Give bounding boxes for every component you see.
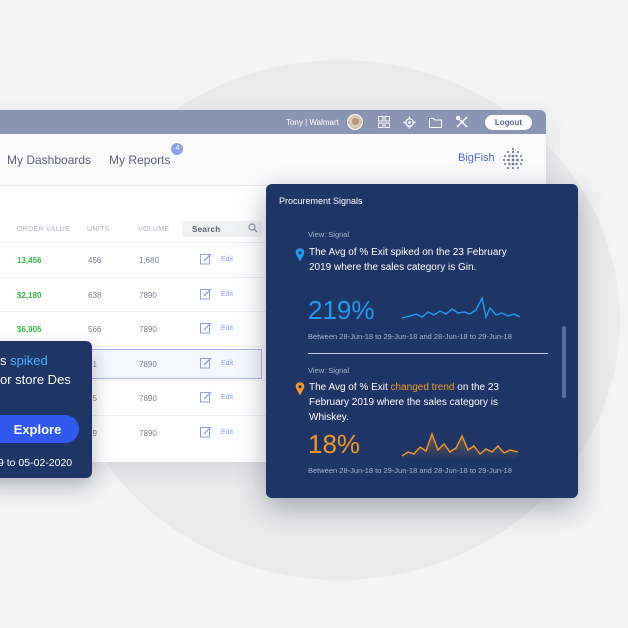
user-label: Tony | Walmart	[285, 117, 339, 127]
signal-range: Between 28-Jun-18 to 29-Jun-18 and 28-Ju…	[308, 332, 512, 341]
grid-icon[interactable]	[377, 115, 391, 129]
procurement-signals-panel: Procurement Signals View: Signal The Avg…	[266, 184, 578, 498]
promo-highlight: spiked	[10, 353, 48, 368]
signal-percent: 219%	[308, 295, 375, 325]
signal-description: The Avg of % Exit spiked on the 23 Febru…	[309, 247, 507, 273]
edit-icon[interactable]	[200, 426, 212, 438]
edit-icon[interactable]	[200, 288, 212, 300]
avatar[interactable]	[346, 114, 363, 130]
edit-icon[interactable]	[200, 253, 212, 265]
signal-divider	[308, 353, 548, 354]
folder-icon[interactable]	[429, 115, 443, 129]
promo-date-range: 9 to 05-02-2020	[0, 457, 73, 469]
nav-bar: My Dashboards My Reports 4 BigFish	[0, 134, 546, 186]
tools-icon[interactable]	[455, 115, 469, 129]
explore-button[interactable]: Explore	[0, 415, 79, 443]
signal-percent: 18%	[308, 429, 361, 459]
nav-my-dashboards[interactable]: My Dashboards	[7, 153, 91, 167]
signal-text-before: The Avg of % Exit	[309, 382, 391, 393]
edit-link[interactable]: Edit	[221, 360, 233, 367]
units-value: 566	[88, 325, 102, 334]
signal-description: The Avg of % Exit changed trend on the 2…	[309, 380, 519, 425]
units-value: 638	[88, 290, 102, 300]
order-value: 13,456	[17, 256, 42, 265]
volume-value: 7890	[139, 359, 157, 369]
edit-link[interactable]: Edit	[221, 394, 233, 401]
promo-headline: s spiked	[0, 353, 48, 368]
signal-sparkline	[402, 295, 521, 320]
header-volume: VOLUME	[138, 225, 170, 233]
signal-sparkline	[402, 431, 519, 460]
promo-headline-prefix: s	[0, 353, 11, 368]
header-units: UNITS	[87, 225, 110, 233]
search-icon	[248, 223, 258, 233]
volume-value: 7890	[139, 325, 157, 334]
promo-card: s spiked or store Des Explore 9 to 05-02…	[0, 341, 92, 478]
panel-scrollbar[interactable]	[562, 326, 566, 398]
signal-highlight: changed trend	[390, 382, 455, 393]
edit-icon[interactable]	[200, 357, 212, 369]
edit-link[interactable]: Edit	[221, 291, 233, 298]
location-pin-icon	[295, 382, 305, 396]
volume-value: 7890	[139, 394, 157, 403]
nav-my-reports[interactable]: My Reports 4	[109, 142, 184, 167]
edit-icon[interactable]	[200, 391, 212, 403]
location-pin-icon	[295, 248, 305, 262]
volume-value: 7890	[139, 290, 157, 300]
edit-link[interactable]: Edit	[221, 325, 233, 332]
search-label: Search	[192, 224, 221, 234]
search-input[interactable]: Search	[182, 221, 262, 237]
nav-my-reports-label: My Reports	[109, 152, 171, 167]
volume-value: 7890	[139, 428, 157, 438]
units-value: 456	[88, 256, 102, 265]
reports-count-badge: 4	[171, 142, 184, 155]
logout-button[interactable]: Logout	[484, 114, 532, 130]
header-order-value: ORDER VALUE	[17, 225, 70, 233]
edit-link[interactable]: Edit	[221, 429, 233, 436]
volume-value: 1,680	[139, 256, 160, 265]
brand-logo-icon	[503, 148, 523, 170]
edit-link[interactable]: Edit	[221, 256, 233, 263]
signal-range: Between 28-Jun-18 to 29-Jun-18 and 28-Ju…	[308, 466, 512, 475]
order-value: $6,905	[17, 325, 42, 334]
gear-icon[interactable]	[403, 115, 417, 129]
top-bar: Tony | Walmart Logout	[0, 110, 546, 134]
edit-icon[interactable]	[200, 322, 212, 334]
brand-label: BigFish	[458, 152, 495, 164]
panel-title: Procurement Signals	[279, 196, 363, 206]
promo-subline: or store Des	[0, 372, 71, 387]
order-value: $2,180	[17, 290, 42, 300]
signal-view-label[interactable]: View: Signal	[308, 230, 349, 239]
signal-view-label[interactable]: View: Signal	[308, 366, 349, 375]
